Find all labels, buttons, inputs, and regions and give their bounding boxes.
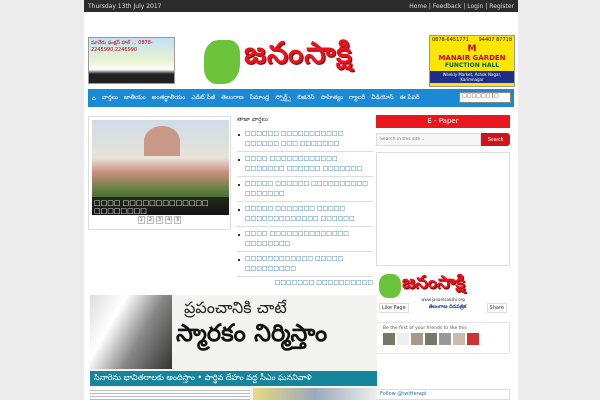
banner-strip: సినారెను భావితరాలకు అందిస్తాం • పార్థివ … [90, 371, 377, 386]
avatar[interactable] [467, 333, 479, 345]
twitter-follow[interactable]: Follow @twitterapi [376, 389, 510, 400]
friends-text: Be the first of your friends to like thi… [383, 326, 467, 331]
header: మానేరు ఫంక్షన్ హాల్ ... 0878-2245990,224… [84, 12, 518, 89]
news-banner[interactable]: ప్రపంచానికి చాటే స్మారకం నిర్మిస్తాం సిన… [90, 295, 377, 400]
news-item[interactable]: □□□□ □□□□□□□□□□□□ □□□□□□□ □□□□□□ □□□□□□□ [237, 152, 373, 177]
logo-text: జనంసాక్షి [244, 36, 353, 71]
avatar[interactable] [453, 333, 465, 345]
nav-item[interactable]: గ్యాలరీ [349, 94, 365, 102]
fb-friends: Be the first of your friends to like thi… [376, 322, 510, 354]
banner-photo [90, 295, 172, 369]
latest-title: తాజా వార్తలు [237, 116, 268, 123]
register-link[interactable]: Register [489, 3, 514, 10]
nav-item[interactable]: తెలంగాణ [221, 94, 243, 102]
slide-caption[interactable]: □□□□ □□□□□□□□□□□□□ □□□□□□□□ [92, 197, 229, 215]
banner-photo-2 [253, 388, 377, 400]
date: Thursday 13th July 2017 [88, 2, 162, 10]
ad-left-text: మానేరు ఫంక్షన్ హాల్ ... 0878-2245990,224… [91, 40, 153, 53]
nav-item[interactable]: జాతీయం [124, 94, 146, 102]
fb-tagline: తెలంగాణ దినపత్రిక [428, 304, 467, 310]
feedback-link[interactable]: Feedback [433, 3, 462, 10]
page-3[interactable]: 3 [155, 216, 164, 224]
nav-item[interactable]: సాహిత్యం [321, 94, 344, 102]
ad-phone2: 94407 87718 [478, 37, 512, 43]
ad-m-logo: M [467, 44, 477, 54]
latest-news: తాజా వార్తలు □□□□□□ □□□□□□□□□□□ □□□□□□ □… [237, 116, 373, 286]
banner-body-text [90, 388, 250, 400]
home-icon[interactable]: ⌂ [92, 95, 96, 102]
nav-select[interactable]: □□□□□□ [□ [459, 92, 511, 103]
banner-headline1: ప్రపంచానికి చాటే [184, 298, 287, 317]
main-nav: ⌂ వార్తలు జాతీయం అంతర్జాతీయం ఎడిట్ పేజీ … [88, 89, 514, 107]
site-logo[interactable]: జనంసాక్షి [202, 32, 402, 88]
page-2[interactable]: 2 [146, 216, 154, 224]
facebook-widget: జనంసాక్షి www.janamsakshi.org Like Page … [376, 272, 510, 320]
login-link[interactable]: Login [467, 3, 483, 10]
nav-item[interactable]: బిజినెస్ [297, 94, 314, 102]
news-item[interactable]: □□□□□ □□□□□□ □□□□□□□□□□ □□□□□□□ [237, 177, 373, 202]
news-item[interactable]: □□□□□□ □□□□□□□□□□□ □□□□□□ □□□ □□□□□□□ [237, 127, 373, 152]
news-item[interactable]: □□□□ □□□□□□□□□□□□□□ □□□□□□□□ [237, 227, 373, 252]
epaper-widget [376, 152, 510, 266]
page: Thursday 13th July 2017 Home | Feedback … [84, 0, 518, 400]
ad-subtitle: FUNCTION HALL [444, 62, 500, 69]
nav-item[interactable]: వీడియోస్ [371, 94, 393, 102]
avatar[interactable] [383, 333, 395, 345]
ad-banner-right[interactable]: 0878-6451771 94407 87718 M MANAIR GARDEN … [429, 35, 515, 87]
search-button[interactable]: Search [481, 133, 510, 146]
avatar[interactable] [397, 333, 409, 345]
ad-banner-left[interactable]: మానేరు ఫంక్షన్ హాల్ ... 0878-2245990,224… [88, 37, 175, 84]
slide-image[interactable]: □□□□ □□□□□□□□□□□□□ □□□□□□□□ [92, 120, 229, 215]
page-1[interactable]: 1 [137, 216, 145, 224]
telangana-map-icon [379, 274, 401, 298]
nav-item[interactable]: ఎడిట్ పేజీ [191, 94, 215, 102]
search-form: Search [376, 133, 510, 146]
share-button[interactable]: Share [486, 303, 507, 313]
page-5[interactable]: 5 [174, 216, 182, 224]
avatar[interactable] [439, 333, 451, 345]
top-bar: Thursday 13th July 2017 Home | Feedback … [84, 0, 518, 12]
more-news-link[interactable]: □□□□□□□ □□□□□□□□□□ [237, 279, 373, 286]
ad-name: MANAIR GARDEN [438, 54, 506, 62]
news-item[interactable]: □□□□□ □□□□□□□ □□□□□ □□□□□□□□□□□□□ □□□□□□ [237, 202, 373, 227]
news-item[interactable]: □□□□□□□□□□□□ □□□□□ □□□□□□□□□ [237, 252, 373, 277]
telangana-map-icon [204, 40, 240, 84]
nav-item[interactable]: వార్తలు [102, 94, 118, 102]
avatar[interactable] [411, 333, 423, 345]
ad-address: Weekly Market, Ashok Nagar, Karimnagar [430, 71, 514, 83]
home-link[interactable]: Home [409, 3, 427, 10]
sidebar: E - Paper Search జనంసాక్షి www.janamsaks… [376, 115, 510, 354]
featured-slider[interactable]: □□□□ □□□□□□□□□□□□□ □□□□□□□□ 12345 [88, 116, 231, 230]
nav-item[interactable]: ఈ పేపర్ [400, 94, 420, 102]
avatar[interactable] [425, 333, 437, 345]
search-input[interactable] [376, 133, 481, 146]
page-4[interactable]: 4 [165, 216, 173, 224]
nav-item[interactable]: స్పోర్ట్స్ [275, 94, 291, 102]
slider-pager: 12345 [92, 216, 227, 224]
ad-phone1: 0878-6451771 [432, 37, 469, 43]
nav-item[interactable]: సీమాంధ్ర [250, 94, 270, 102]
banner-headline2: స్మారకం నిర్మిస్తాం [176, 319, 328, 347]
epaper-header[interactable]: E - Paper [376, 115, 510, 128]
like-page-button[interactable]: Like Page [379, 303, 409, 313]
building-image [144, 126, 180, 156]
nav-item[interactable]: అంతర్జాతీయం [152, 94, 186, 102]
